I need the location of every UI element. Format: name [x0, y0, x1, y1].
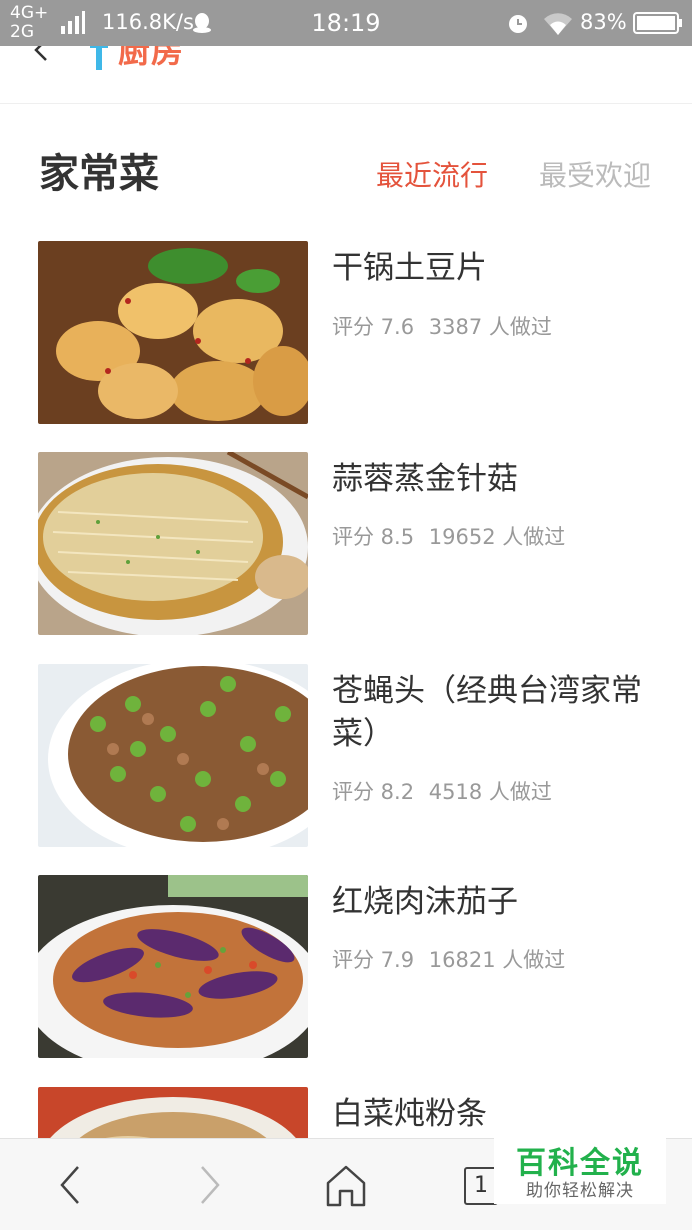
- braised-eggplant-image: [38, 875, 308, 1058]
- recipe-stats: 评分 7.9 16821 人做过: [332, 944, 573, 974]
- recipe-score: 评分 8.5: [332, 525, 415, 549]
- alarm-icon: [509, 15, 527, 33]
- fly-head-dish-image: [38, 664, 308, 847]
- logo-mark-icon: [88, 46, 110, 74]
- recipe-stats: 评分 8.5 19652 人做过: [332, 521, 573, 551]
- steamed-enoki-image: [38, 452, 308, 635]
- recipe-item[interactable]: 苍蝇头（经典台湾家常菜） 评分 8.2 4518 人做过: [38, 664, 658, 847]
- chevron-left-icon[interactable]: [30, 46, 52, 62]
- battery-percent: 83%: [580, 10, 627, 34]
- recipe-score: 评分 7.6: [332, 315, 415, 339]
- recipe-title[interactable]: 白菜炖粉条: [332, 1093, 658, 1136]
- watermark-subtitle: 助你轻松解决: [526, 1181, 634, 1201]
- app-logo: 厨房: [88, 46, 184, 74]
- recipe-image[interactable]: [38, 452, 308, 635]
- recipe-item[interactable]: 干锅土豆片 评分 7.6 3387 人做过: [38, 241, 658, 424]
- recipe-cook-count: 19652 人做过: [428, 525, 566, 549]
- recipe-item[interactable]: 白菜炖粉条: [38, 1087, 658, 1138]
- recipe-item[interactable]: 红烧肉沫茄子 评分 7.9 16821 人做过: [38, 875, 658, 1058]
- tab-most-liked[interactable]: 最受欢迎: [539, 154, 651, 194]
- forward-arrow-icon[interactable]: [186, 1163, 230, 1207]
- recipe-score: 评分 8.2: [332, 780, 415, 804]
- recipe-title[interactable]: 干锅土豆片: [332, 247, 662, 290]
- section-title: 家常菜: [39, 151, 159, 197]
- app-header: 厨房: [0, 46, 692, 104]
- logo-text: 厨房: [118, 46, 185, 70]
- recipe-image[interactable]: [38, 1087, 308, 1138]
- recipe-cook-count: 4518 人做过: [428, 780, 552, 804]
- recipe-cook-count: 3387 人做过: [428, 315, 552, 339]
- tab-recent-popular[interactable]: 最近流行: [376, 154, 488, 194]
- recipe-score: 评分 7.9: [332, 948, 415, 972]
- recipe-stats: 评分 7.6 3387 人做过: [332, 311, 560, 341]
- recipe-stats: 评分 8.2 4518 人做过: [332, 776, 560, 806]
- recipe-item[interactable]: 蒜蓉蒸金针菇 评分 8.5 19652 人做过: [38, 452, 658, 635]
- watermark-logo: 百科全说 助你轻松解决: [494, 1136, 666, 1204]
- wifi-icon: [544, 13, 572, 35]
- recipe-image[interactable]: [38, 241, 308, 424]
- recipe-title[interactable]: 红烧肉沫茄子: [332, 881, 662, 924]
- battery-icon: [633, 12, 682, 34]
- status-bar: 4G+ 2G 116.8K/s 18:19 83%: [0, 0, 692, 46]
- recipe-cook-count: 16821 人做过: [428, 948, 566, 972]
- home-icon[interactable]: [324, 1163, 368, 1207]
- recipe-title[interactable]: 蒜蓉蒸金针菇: [332, 458, 662, 501]
- cabbage-vermicelli-image: [38, 1087, 308, 1138]
- recipe-image[interactable]: [38, 664, 308, 847]
- back-arrow-icon[interactable]: [50, 1163, 94, 1207]
- recipe-image[interactable]: [38, 875, 308, 1058]
- dry-pot-potato-image: [38, 241, 308, 424]
- tabs-icon[interactable]: 1: [464, 1167, 498, 1205]
- recipe-title[interactable]: 苍蝇头（经典台湾家常菜）: [332, 670, 662, 756]
